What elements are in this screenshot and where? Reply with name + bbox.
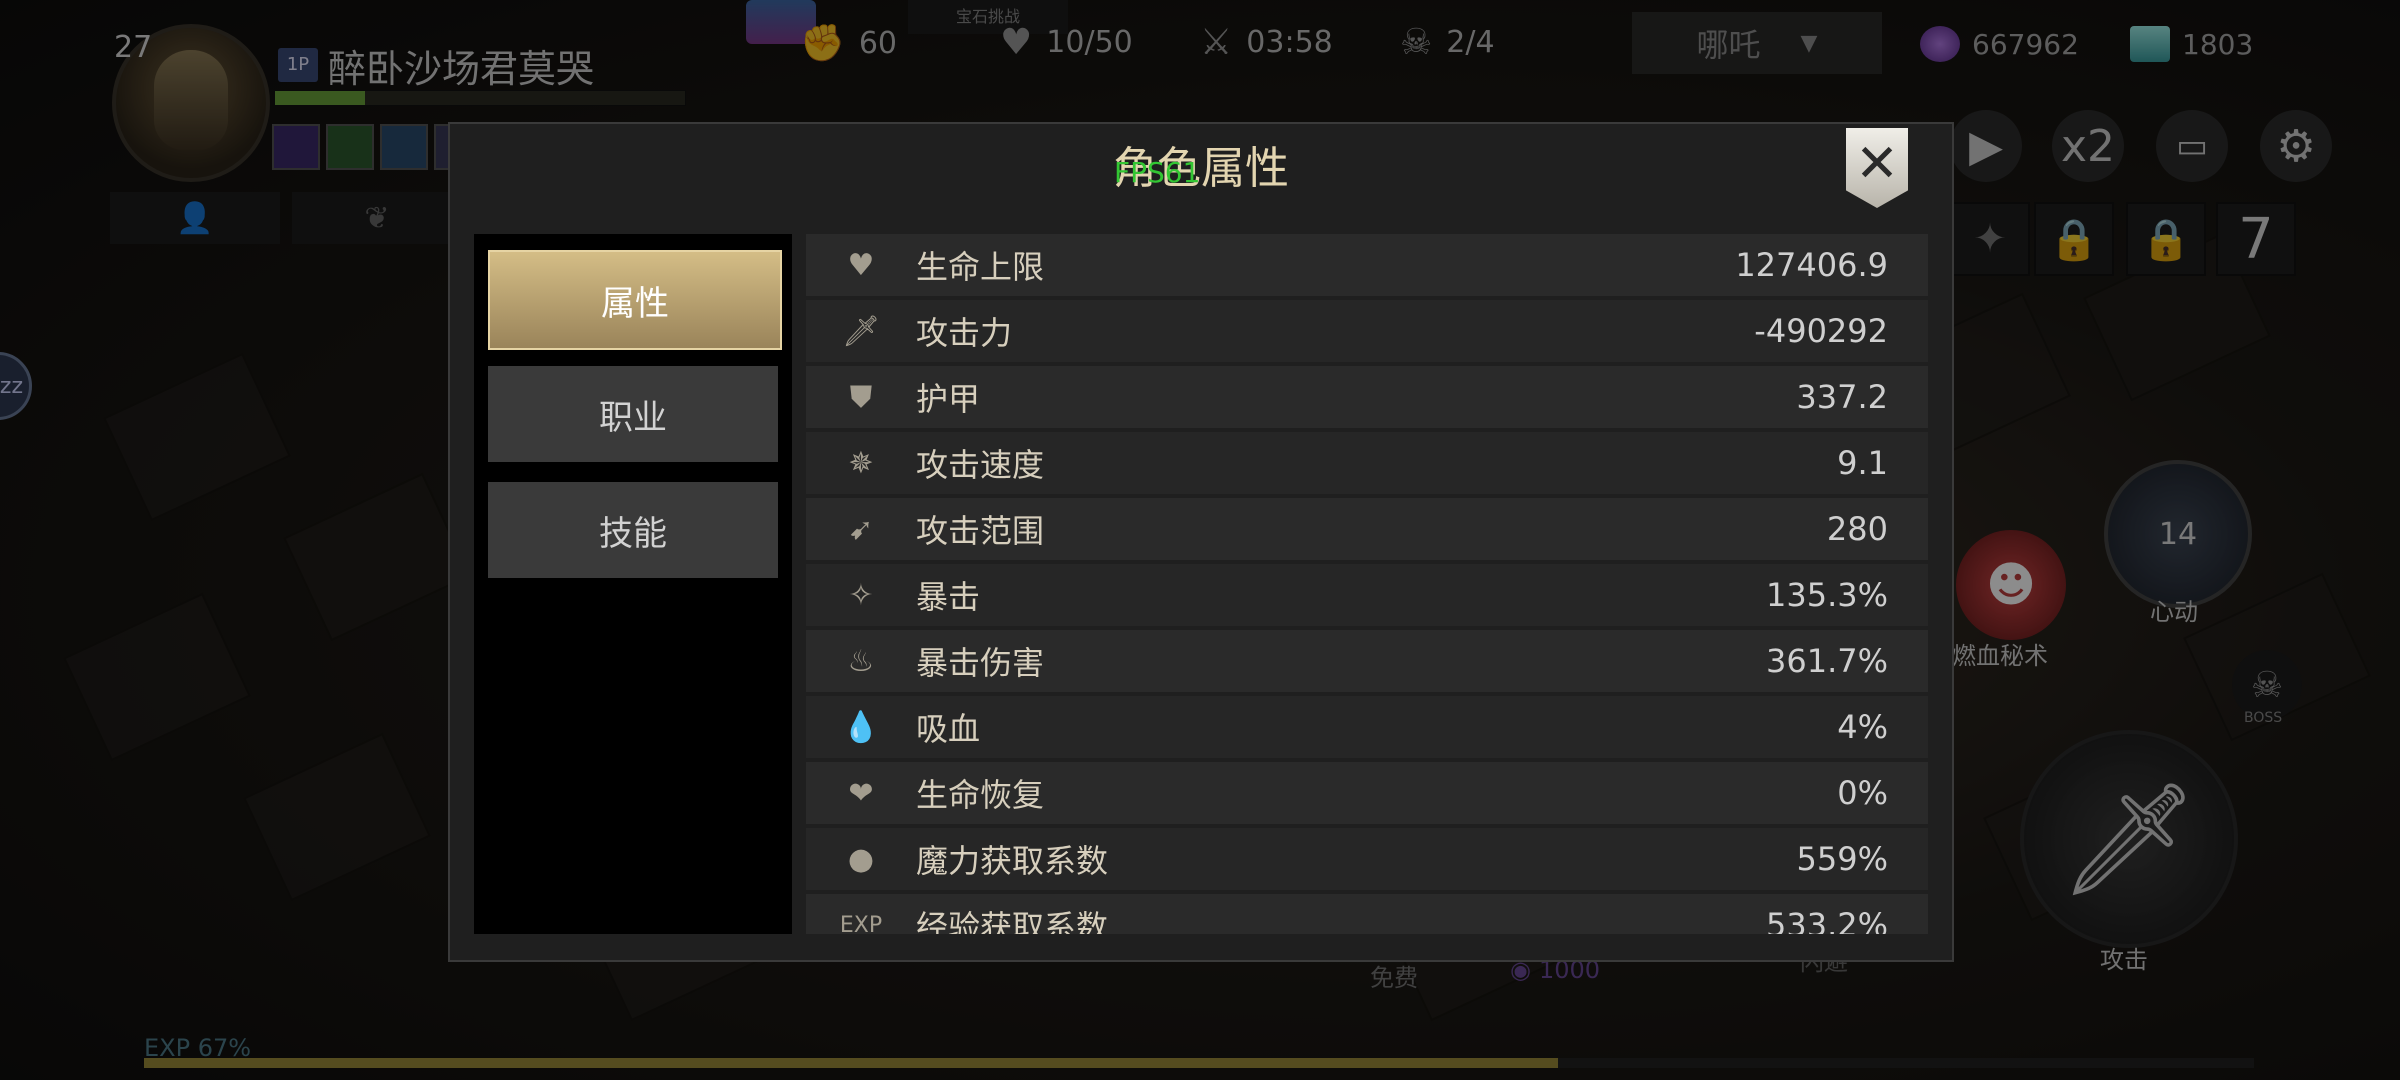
attribute-row: 🗡 攻击力 -490292 [806,300,1928,362]
attribute-label: 攻击速度 [916,446,1045,484]
attribute-value: 127406.9 [1735,246,1888,284]
attribute-label: 经验获取系数 [916,908,1109,934]
attribute-value: 559% [1796,840,1888,878]
close-button[interactable]: ✕ [1846,128,1908,208]
attribute-label: 生命恢复 [916,776,1045,814]
heart-icon: ♥ [847,247,875,283]
flame-icon: ♨ [847,643,875,679]
attribute-value: 0% [1837,774,1888,812]
fps-counter: FPS61 [1114,156,1201,189]
arrow-icon: ➹ [848,511,874,547]
attribute-value: 337.2 [1796,378,1888,416]
shield-icon: ⛊ [849,379,873,415]
attribute-label: 暴击 [916,578,981,616]
attribute-row: ● 魔力获取系数 559% [806,828,1928,890]
heal-icon: ❤ [848,775,874,811]
attribute-row: EXP 经验获取系数 533.2% [806,894,1928,934]
attribute-value: 135.3% [1765,576,1888,614]
attribute-row: ⛊ 护甲 337.2 [806,366,1928,428]
attribute-row: ♥ 生命上限 127406.9 [806,234,1928,296]
character-attributes-dialog: 角色属性 FPS61 ✕ 属性 职业 技能 ♥ 生命上限 127406.9 🗡 攻击力 -… [448,122,1954,962]
wing-icon: ✵ [848,445,874,481]
attribute-value: 9.1 [1837,444,1888,482]
attribute-label: 攻击范围 [916,512,1045,550]
close-icon: ✕ [1855,134,1899,194]
attribute-list[interactable]: ♥ 生命上限 127406.9 🗡 攻击力 -490292 ⛊ 护甲 337.2 ✵ 攻击速度 9.1… [806,234,1928,934]
attribute-label: 吸血 [916,710,981,748]
attribute-label: 生命上限 [916,248,1045,286]
attribute-label: 攻击力 [916,314,1013,352]
tab-skills[interactable]: 技能 [488,482,778,578]
sword-icon: 🗡 [841,313,881,349]
exp-icon: EXP [839,912,883,935]
attribute-value: 533.2% [1765,906,1888,934]
attribute-row: ✧ 暴击 135.3% [806,564,1928,626]
orb-icon: ● [847,841,875,877]
attribute-row: 💧 吸血 4% [806,696,1928,758]
attribute-row: ♨ 暴击伤害 361.7% [806,630,1928,692]
tab-attributes[interactable]: 属性 [488,250,782,350]
attribute-label: 护甲 [916,380,981,418]
tab-class[interactable]: 职业 [488,366,778,462]
attribute-row: ➹ 攻击范围 280 [806,498,1928,560]
attribute-value: -490292 [1754,312,1888,350]
attribute-label: 暴击伤害 [916,644,1045,682]
attribute-row: ❤ 生命恢复 0% [806,762,1928,824]
attribute-value: 4% [1837,708,1888,746]
attribute-value: 280 [1826,510,1888,548]
crit-icon: ✧ [848,577,874,613]
attribute-label: 魔力获取系数 [916,842,1109,880]
attribute-tabs: 属性 职业 技能 [474,234,792,934]
drop-icon: 💧 [842,709,880,745]
dialog-title: 角色属性 [1113,143,1289,194]
attribute-value: 361.7% [1765,642,1888,680]
attribute-row: ✵ 攻击速度 9.1 [806,432,1928,494]
